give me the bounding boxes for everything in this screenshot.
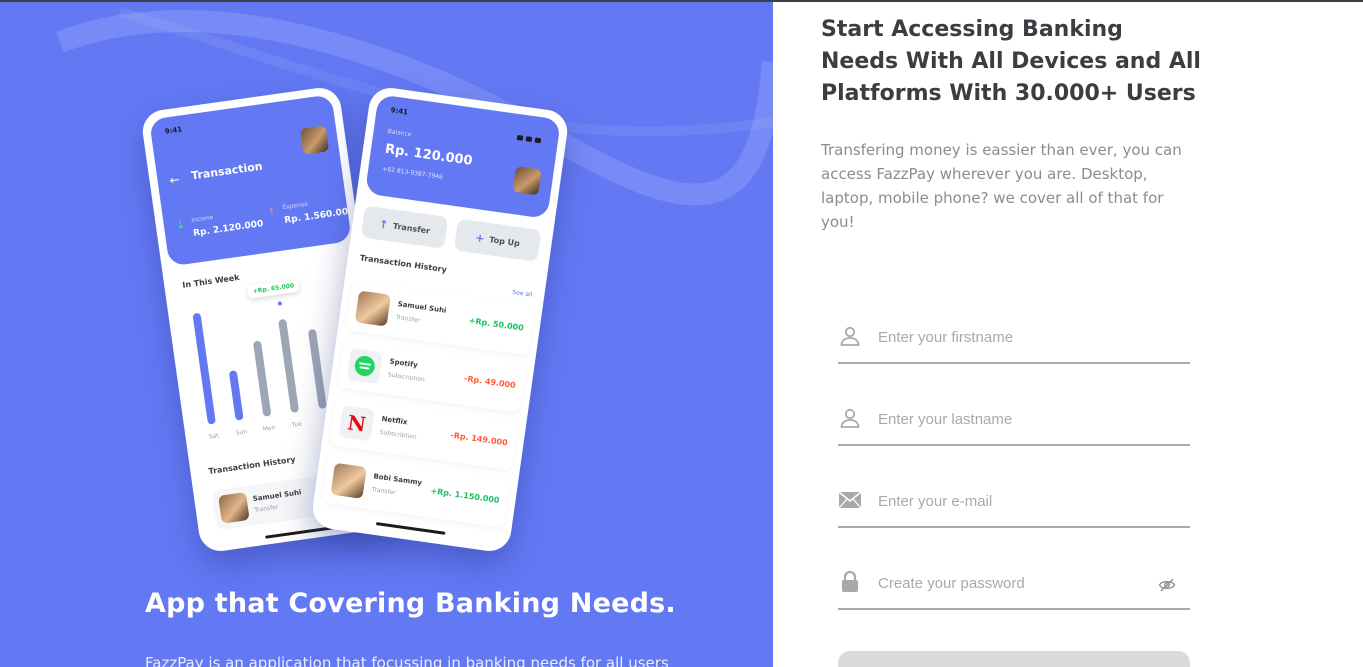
expense-label: Expense <box>282 200 309 212</box>
transaction-amount: -Rp. 49.000 <box>463 373 517 391</box>
avatar <box>330 462 367 499</box>
person-icon <box>840 326 860 346</box>
chart-bar <box>252 340 272 417</box>
chart-tooltip: +Rp. 65.000 <box>247 278 300 299</box>
phone-number: +62 813-9387-7946 <box>381 165 444 181</box>
chart-bar <box>228 370 244 421</box>
status-time: 9:41 <box>164 125 183 136</box>
day-label: Sun <box>235 428 248 437</box>
lock-icon <box>842 570 858 592</box>
transaction-type: Transfer <box>395 313 421 325</box>
page-description: Transfering money is eassier than ever, … <box>821 141 1182 231</box>
screen-title: Transaction <box>190 159 264 183</box>
balance-value: Rp. 120.000 <box>384 141 474 169</box>
history-heading: Transaction History <box>207 454 297 476</box>
topup-label: Top Up <box>488 234 521 248</box>
transaction-amount: -Rp. 149.000 <box>449 430 509 448</box>
transaction-amount: +Rp. 50.000 <box>468 316 525 333</box>
topup-button: + Top Up <box>453 218 542 262</box>
password-input[interactable] <box>878 570 1158 596</box>
transfer-button: ↑ Transfer <box>360 205 449 249</box>
status-icons <box>515 125 545 144</box>
transaction-name: Samuel Suhi <box>397 300 447 315</box>
transfer-label: Transfer <box>392 221 431 236</box>
person-icon <box>840 408 860 428</box>
page-title: Start Accessing Banking Needs With All D… <box>821 17 1201 106</box>
avatar <box>512 166 542 196</box>
signup-button[interactable] <box>838 651 1190 667</box>
plus-icon: + <box>474 230 486 245</box>
arrow-up-icon: ↑ <box>266 205 278 220</box>
income-label: Income <box>190 213 214 224</box>
day-label: Mon <box>262 424 276 434</box>
netflix-logo-icon: N <box>338 405 375 442</box>
chart-bar <box>278 318 300 413</box>
status-time: 9:41 <box>390 106 409 117</box>
transaction-name: Spotify <box>389 357 419 370</box>
transaction-type: Transfer <box>253 503 279 514</box>
transaction-type: Subscription <box>387 371 426 384</box>
arrow-up-icon: ↑ <box>378 217 390 232</box>
hero-title: App that Covering Banking Needs. <box>145 588 676 619</box>
eye-off-icon[interactable] <box>1158 576 1176 594</box>
transaction-name: Samuel Suhi <box>252 488 302 504</box>
lastname-field <box>838 396 1190 446</box>
spotify-logo-icon <box>346 347 383 385</box>
signup-panel: Start Accessing Banking Needs With All D… <box>773 2 1363 667</box>
transaction-name: Netflix <box>381 414 408 427</box>
history-heading: Transaction History <box>359 253 448 275</box>
hero-panel: 9:41 ← Transaction ↓ Income Rp. 2.120.00… <box>0 2 773 667</box>
phone-header: 9:41 Balance Rp. 120.000 +62 813-9387-79… <box>364 94 561 219</box>
day-label: Tue <box>291 420 303 429</box>
transaction-type: Subscription <box>379 428 418 441</box>
arrow-down-icon: ↓ <box>175 217 187 233</box>
avatar <box>299 125 330 155</box>
avatar <box>218 492 250 524</box>
transaction-type: Transfer <box>371 486 397 497</box>
chart-bar <box>192 312 216 425</box>
home-indicator <box>375 522 446 535</box>
email-input[interactable] <box>878 488 1158 514</box>
firstname-input[interactable] <box>878 324 1158 350</box>
chart-bar <box>307 328 327 410</box>
see-all-link: See all <box>511 288 533 299</box>
firstname-field <box>838 314 1190 364</box>
password-field <box>838 560 1190 610</box>
transaction-name: Bobi Sammy <box>372 472 423 488</box>
balance-label: Balance <box>387 127 412 139</box>
transaction-amount: +Rp. 1.150.000 <box>429 486 501 505</box>
week-heading: In This Week <box>181 272 241 290</box>
mail-icon <box>838 491 862 509</box>
avatar <box>354 290 391 327</box>
phone-header: 9:41 ← Transaction ↓ Income Rp. 2.120.00… <box>149 94 355 267</box>
lastname-input[interactable] <box>878 406 1158 432</box>
hero-description: FazzPay is an application that focussing… <box>145 654 669 667</box>
chart-dot <box>275 298 285 308</box>
email-field <box>838 478 1190 528</box>
back-arrow-icon: ← <box>168 172 181 188</box>
day-label: Sat <box>208 432 220 441</box>
